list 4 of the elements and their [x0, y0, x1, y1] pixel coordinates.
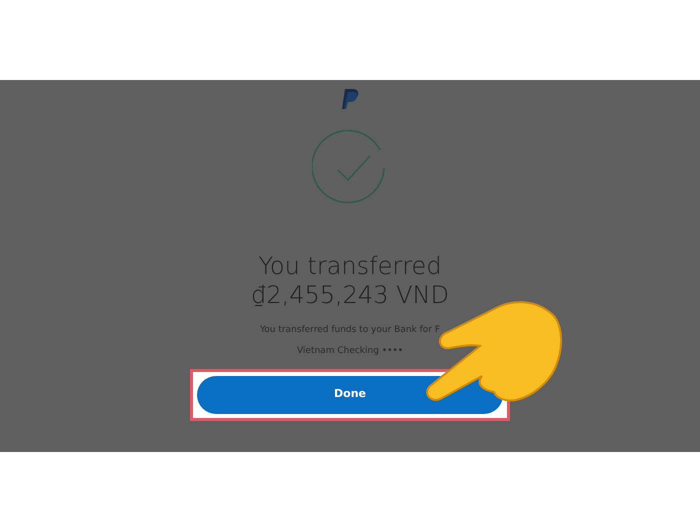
logo-icon — [339, 88, 361, 110]
amount-heading: ₫2,455,243 VND — [251, 280, 449, 310]
done-button[interactable]: Done — [197, 376, 503, 414]
amount-heading: You transferred — [258, 252, 442, 281]
